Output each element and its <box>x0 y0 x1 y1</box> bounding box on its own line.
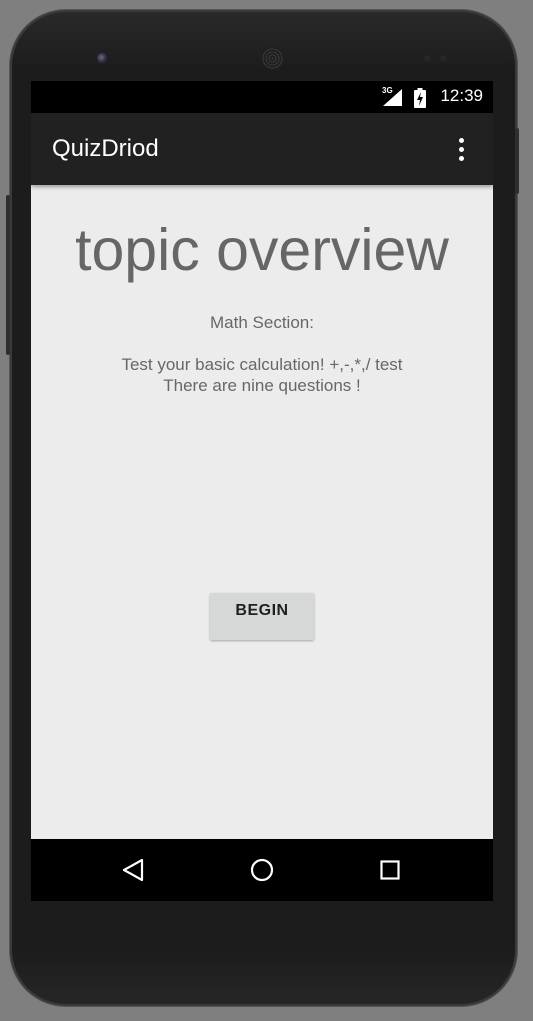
app-title: QuizDriod <box>52 135 159 162</box>
description: Test your basic calculation! +,-,*,/ tes… <box>31 354 493 396</box>
navigation-bar <box>31 839 493 901</box>
proximity-sensor <box>424 55 431 62</box>
begin-button[interactable]: BEGIN <box>210 593 314 640</box>
description-line: There are nine questions ! <box>163 376 361 395</box>
overflow-menu-icon[interactable] <box>451 138 473 162</box>
status-time: 12:39 <box>440 86 483 105</box>
home-icon[interactable] <box>250 858 274 882</box>
earpiece-speaker <box>261 47 284 70</box>
light-sensor <box>440 55 447 62</box>
recents-icon[interactable] <box>380 860 400 880</box>
main-content: topic overview Math Section: Test your b… <box>31 185 493 839</box>
description-line: Test your basic calculation! +,-,*,/ tes… <box>121 355 403 374</box>
status-bar: 3G 12:39 <box>31 81 493 113</box>
page-title: topic overview <box>75 217 449 283</box>
volume-button <box>6 195 10 355</box>
app-bar: QuizDriod <box>31 113 493 185</box>
back-icon[interactable] <box>121 858 145 882</box>
power-button <box>515 128 519 194</box>
battery-charging-icon <box>414 88 426 108</box>
front-camera <box>97 53 108 64</box>
section-label: Math Section: <box>210 313 314 332</box>
screen: 3G 12:39 QuizDriod topic overview Math S… <box>31 81 493 901</box>
signal-icon <box>383 89 402 106</box>
